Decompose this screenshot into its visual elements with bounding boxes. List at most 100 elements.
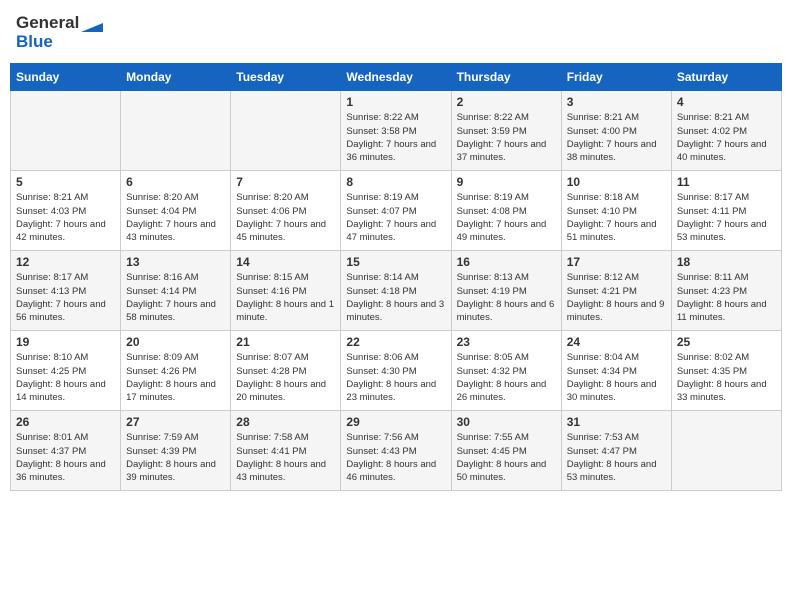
col-header-wednesday: Wednesday [341, 64, 451, 91]
day-number: 11 [677, 175, 776, 189]
calendar-cell: 5 Sunrise: 8:21 AM Sunset: 4:03 PM Daylig… [11, 171, 121, 251]
col-header-friday: Friday [561, 64, 671, 91]
day-info: Sunrise: 8:20 AM Sunset: 4:04 PM Dayligh… [126, 191, 225, 244]
day-info: Sunrise: 8:01 AM Sunset: 4:37 PM Dayligh… [16, 431, 115, 484]
calendar-cell: 26 Sunrise: 8:01 AM Sunset: 4:37 PM Dayli… [11, 411, 121, 491]
day-info: Sunrise: 8:15 AM Sunset: 4:16 PM Dayligh… [236, 271, 335, 324]
calendar-cell: 18 Sunrise: 8:11 AM Sunset: 4:23 PM Dayli… [671, 251, 781, 331]
day-info: Sunrise: 8:02 AM Sunset: 4:35 PM Dayligh… [677, 351, 776, 404]
day-number: 19 [16, 335, 115, 349]
col-header-sunday: Sunday [11, 64, 121, 91]
day-info: Sunrise: 8:18 AM Sunset: 4:10 PM Dayligh… [567, 191, 666, 244]
day-info: Sunrise: 8:07 AM Sunset: 4:28 PM Dayligh… [236, 351, 335, 404]
day-info: Sunrise: 8:20 AM Sunset: 4:06 PM Dayligh… [236, 191, 335, 244]
col-header-thursday: Thursday [451, 64, 561, 91]
calendar-cell: 15Sunrise: 8:14 AM Sunset: 4:18 PM Dayli… [341, 251, 451, 331]
calendar-cell: 30 Sunrise: 7:55 AM Sunset: 4:45 PM Dayli… [451, 411, 561, 491]
day-info: Sunrise: 7:53 AM Sunset: 4:47 PM Dayligh… [567, 431, 666, 484]
day-number: 12 [16, 255, 115, 269]
day-number: 6 [126, 175, 225, 189]
calendar-cell [231, 91, 341, 171]
calendar-cell: 11 Sunrise: 8:17 AM Sunset: 4:11 PM Dayli… [671, 171, 781, 251]
day-number: 28 [236, 415, 335, 429]
calendar-cell: 9 Sunrise: 8:19 AM Sunset: 4:08 PM Daylig… [451, 171, 561, 251]
day-info: Sunrise: 8:11 AM Sunset: 4:23 PM Dayligh… [677, 271, 776, 324]
calendar-cell: 23 Sunrise: 8:05 AM Sunset: 4:32 PM Dayli… [451, 331, 561, 411]
day-number: 14 [236, 255, 335, 269]
day-number: 25 [677, 335, 776, 349]
logo: General Blue [16, 14, 103, 51]
day-info: Sunrise: 7:58 AM Sunset: 4:41 PM Dayligh… [236, 431, 335, 484]
calendar-cell: 16 Sunrise: 8:13 AM Sunset: 4:19 PM Dayli… [451, 251, 561, 331]
day-info: Sunrise: 8:17 AM Sunset: 4:11 PM Dayligh… [677, 191, 776, 244]
day-info: Sunrise: 8:04 AM Sunset: 4:34 PM Dayligh… [567, 351, 666, 404]
logo-general: General [16, 14, 79, 33]
calendar-table: SundayMondayTuesdayWednesdayThursdayFrid… [10, 63, 782, 491]
calendar-cell: 17Sunrise: 8:12 AM Sunset: 4:21 PM Dayli… [561, 251, 671, 331]
calendar-cell: 10 Sunrise: 8:18 AM Sunset: 4:10 PM Dayli… [561, 171, 671, 251]
day-info: Sunrise: 7:59 AM Sunset: 4:39 PM Dayligh… [126, 431, 225, 484]
calendar-cell: 13 Sunrise: 8:16 AM Sunset: 4:14 PM Dayli… [121, 251, 231, 331]
day-number: 10 [567, 175, 666, 189]
day-number: 8 [346, 175, 445, 189]
calendar-cell [121, 91, 231, 171]
day-number: 30 [457, 415, 556, 429]
day-number: 26 [16, 415, 115, 429]
calendar-cell: 20Sunrise: 8:09 AM Sunset: 4:26 PM Dayli… [121, 331, 231, 411]
day-number: 5 [16, 175, 115, 189]
day-info: Sunrise: 7:56 AM Sunset: 4:43 PM Dayligh… [346, 431, 445, 484]
day-info: Sunrise: 8:14 AM Sunset: 4:18 PM Dayligh… [346, 271, 445, 324]
logo-triangle-icon [81, 14, 103, 32]
day-number: 2 [457, 95, 556, 109]
calendar-cell: 29 Sunrise: 7:56 AM Sunset: 4:43 PM Dayli… [341, 411, 451, 491]
day-number: 27 [126, 415, 225, 429]
calendar-cell: 25 Sunrise: 8:02 AM Sunset: 4:35 PM Dayli… [671, 331, 781, 411]
calendar-cell: 7 Sunrise: 8:20 AM Sunset: 4:06 PM Daylig… [231, 171, 341, 251]
day-number: 29 [346, 415, 445, 429]
day-info: Sunrise: 8:09 AM Sunset: 4:26 PM Dayligh… [126, 351, 225, 404]
day-info: Sunrise: 8:19 AM Sunset: 4:08 PM Dayligh… [457, 191, 556, 244]
day-number: 4 [677, 95, 776, 109]
day-number: 17 [567, 255, 666, 269]
day-info: Sunrise: 8:22 AM Sunset: 3:59 PM Dayligh… [457, 111, 556, 164]
calendar-cell: 14 Sunrise: 8:15 AM Sunset: 4:16 PM Dayli… [231, 251, 341, 331]
calendar-cell: 27 Sunrise: 7:59 AM Sunset: 4:39 PM Dayli… [121, 411, 231, 491]
day-info: Sunrise: 8:21 AM Sunset: 4:00 PM Dayligh… [567, 111, 666, 164]
calendar-cell: 12 Sunrise: 8:17 AM Sunset: 4:13 PM Dayli… [11, 251, 121, 331]
page-header: General Blue [10, 10, 782, 55]
day-info: Sunrise: 8:21 AM Sunset: 4:02 PM Dayligh… [677, 111, 776, 164]
day-number: 31 [567, 415, 666, 429]
day-number: 7 [236, 175, 335, 189]
day-number: 23 [457, 335, 556, 349]
col-header-tuesday: Tuesday [231, 64, 341, 91]
calendar-cell: 3 Sunrise: 8:21 AM Sunset: 4:00 PM Daylig… [561, 91, 671, 171]
col-header-saturday: Saturday [671, 64, 781, 91]
day-info: Sunrise: 8:06 AM Sunset: 4:30 PM Dayligh… [346, 351, 445, 404]
logo-blue: Blue [16, 33, 103, 52]
day-number: 16 [457, 255, 556, 269]
day-info: Sunrise: 8:19 AM Sunset: 4:07 PM Dayligh… [346, 191, 445, 244]
calendar-cell [671, 411, 781, 491]
day-number: 3 [567, 95, 666, 109]
calendar-cell: 31 Sunrise: 7:53 AM Sunset: 4:47 PM Dayli… [561, 411, 671, 491]
day-info: Sunrise: 8:05 AM Sunset: 4:32 PM Dayligh… [457, 351, 556, 404]
day-number: 18 [677, 255, 776, 269]
calendar-cell: 1Sunrise: 8:22 AM Sunset: 3:58 PM Daylig… [341, 91, 451, 171]
calendar-cell: 28 Sunrise: 7:58 AM Sunset: 4:41 PM Dayli… [231, 411, 341, 491]
day-number: 24 [567, 335, 666, 349]
day-number: 13 [126, 255, 225, 269]
col-header-monday: Monday [121, 64, 231, 91]
day-info: Sunrise: 8:22 AM Sunset: 3:58 PM Dayligh… [346, 111, 445, 164]
calendar-cell [11, 91, 121, 171]
day-info: Sunrise: 8:13 AM Sunset: 4:19 PM Dayligh… [457, 271, 556, 324]
calendar-cell: 24 Sunrise: 8:04 AM Sunset: 4:34 PM Dayli… [561, 331, 671, 411]
calendar-cell: 2 Sunrise: 8:22 AM Sunset: 3:59 PM Daylig… [451, 91, 561, 171]
day-number: 21 [236, 335, 335, 349]
day-info: Sunrise: 8:21 AM Sunset: 4:03 PM Dayligh… [16, 191, 115, 244]
calendar-cell: 21 Sunrise: 8:07 AM Sunset: 4:28 PM Dayli… [231, 331, 341, 411]
day-info: Sunrise: 8:16 AM Sunset: 4:14 PM Dayligh… [126, 271, 225, 324]
calendar-cell: 19Sunrise: 8:10 AM Sunset: 4:25 PM Dayli… [11, 331, 121, 411]
day-number: 9 [457, 175, 556, 189]
day-info: Sunrise: 7:55 AM Sunset: 4:45 PM Dayligh… [457, 431, 556, 484]
day-info: Sunrise: 8:17 AM Sunset: 4:13 PM Dayligh… [16, 271, 115, 324]
